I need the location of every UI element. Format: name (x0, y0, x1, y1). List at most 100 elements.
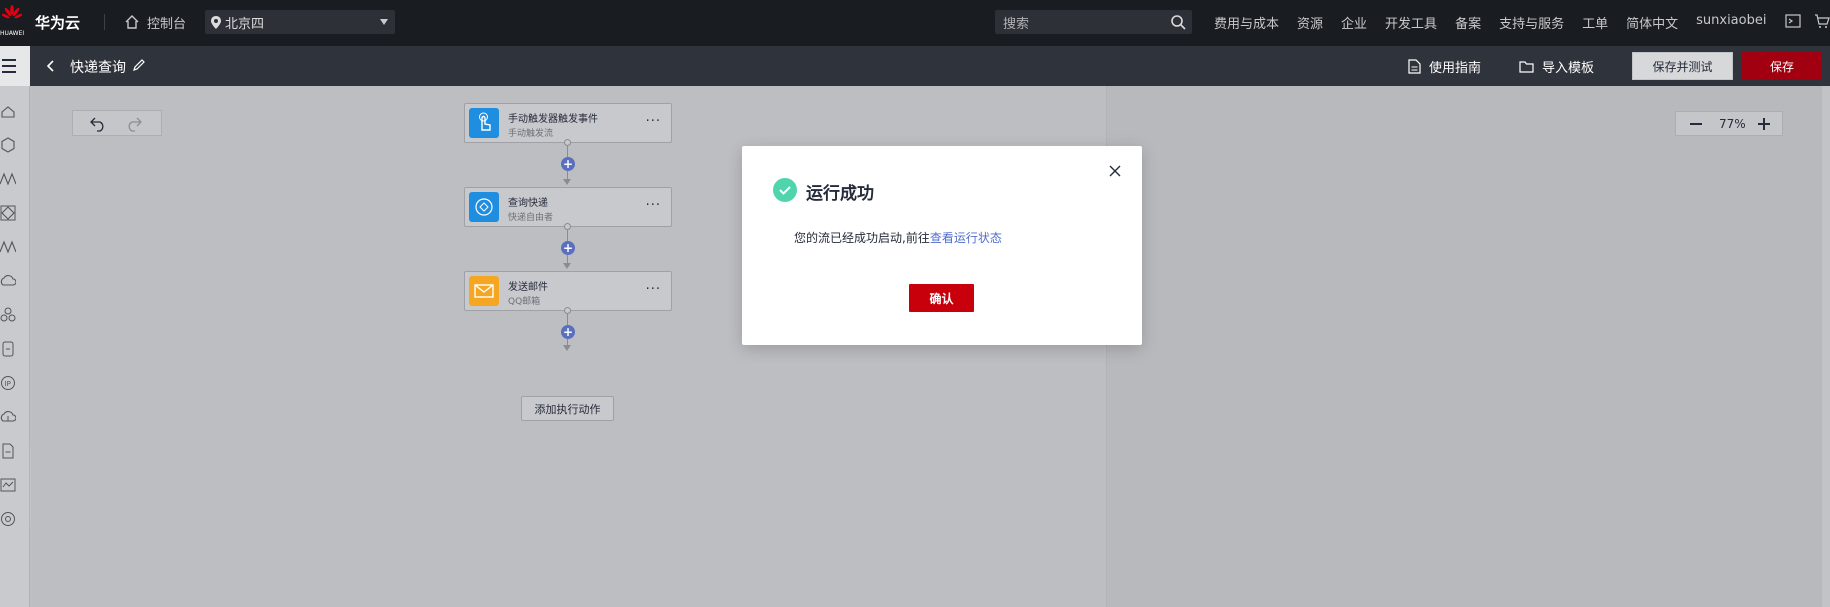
node-title: 查询快递 (508, 198, 548, 209)
express-query-icon (469, 192, 499, 222)
nav-resources[interactable]: 资源 (1297, 13, 1323, 32)
nav-tickets[interactable]: 工单 (1582, 13, 1608, 32)
huawei-logo-icon (2, 5, 22, 19)
connector-arrow-icon (563, 179, 571, 185)
flow-title: 快递查询 (70, 60, 126, 76)
console-label: 控制台 (147, 16, 187, 32)
connector-line (567, 255, 568, 263)
save-and-test-button[interactable]: 保存并测试 (1632, 52, 1733, 80)
home-icon (125, 15, 139, 29)
undo-icon[interactable] (89, 116, 107, 132)
flow-node-send-mail[interactable]: 发送邮件 QQ邮箱 ··· (464, 271, 672, 311)
cloud-shell-icon[interactable] (1785, 13, 1801, 29)
search-placeholder: 搜索 (1003, 16, 1030, 32)
connector-arrow-icon (563, 345, 571, 351)
node-output-port[interactable] (564, 223, 571, 230)
brand-name[interactable]: 华为云 (35, 12, 80, 33)
nav-devtools[interactable]: 开发工具 (1385, 13, 1437, 32)
node-title: 发送邮件 (508, 282, 548, 293)
nav-cost[interactable]: 费用与成本 (1214, 13, 1279, 32)
node-subtitle: QQ邮箱 (508, 297, 541, 307)
node-output-port[interactable] (564, 139, 571, 146)
diamond-icon[interactable] (0, 205, 16, 221)
cloud-server-icon[interactable] (0, 103, 16, 119)
zoom-in-icon-vertical[interactable] (1763, 118, 1765, 130)
document-icon (1408, 59, 1421, 74)
node-subtitle: 快递自由者 (508, 213, 554, 223)
file-icon[interactable] (0, 443, 16, 459)
database-icon[interactable] (0, 341, 16, 357)
hand-touch-icon (469, 108, 499, 138)
save-button[interactable]: 保存 (1742, 52, 1822, 80)
nav-username[interactable]: sunxiaobei (1696, 13, 1766, 32)
node-more-icon[interactable]: ··· (646, 114, 661, 129)
nav-icp[interactable]: 备案 (1455, 13, 1481, 32)
connector-line (567, 171, 568, 179)
add-action-button[interactable]: 添加执行动作 (521, 396, 614, 421)
node-title: 手动触发器触发事件 (508, 114, 598, 125)
success-check-icon (773, 178, 797, 202)
mail-icon (469, 276, 499, 306)
region-selector[interactable]: 北京四 (205, 10, 395, 34)
node-output-port[interactable] (564, 307, 571, 314)
svg-text:IP: IP (5, 380, 11, 388)
region-label: 北京四 (225, 16, 265, 32)
add-step-button[interactable]: + (561, 325, 575, 339)
settings-gear-icon[interactable] (0, 511, 16, 527)
edit-pencil-icon[interactable] (132, 58, 146, 72)
divider (104, 14, 105, 30)
chart-monitor-icon[interactable] (0, 477, 16, 493)
search-icon[interactable] (1170, 14, 1186, 30)
zoom-out-icon[interactable] (1690, 123, 1702, 125)
dialog-message-text: 您的流已经成功启动,前往 (794, 231, 930, 245)
add-step-button[interactable]: + (561, 157, 575, 171)
dialog-message: 您的流已经成功启动,前往查看运行状态 (794, 229, 1002, 246)
import-template-link[interactable]: 导入模板 (1519, 57, 1594, 76)
wave-icon[interactable] (0, 239, 16, 255)
top-nav-links: 费用与成本 资源 企业 开发工具 备案 支持与服务 工单 简体中文 sunxia… (1214, 13, 1784, 32)
add-step-button[interactable]: + (561, 241, 575, 255)
nav-enterprise[interactable]: 企业 (1341, 13, 1367, 32)
search-input[interactable]: 搜索 (995, 10, 1192, 34)
redo-icon[interactable] (125, 116, 143, 132)
connector-arrow-icon (563, 263, 571, 269)
node-subtitle: 手动触发流 (508, 129, 554, 139)
back-arrow-icon[interactable] (44, 58, 58, 74)
menu-toggle-button[interactable] (0, 46, 30, 86)
nav-support[interactable]: 支持与服务 (1499, 13, 1564, 32)
cloud-sync-icon[interactable] (0, 273, 16, 289)
nav-language[interactable]: 简体中文 (1626, 13, 1678, 32)
run-success-dialog: 运行成功 您的流已经成功启动,前往查看运行状态 确认 (742, 146, 1142, 345)
confirm-button[interactable]: 确认 (909, 284, 974, 312)
location-pin-icon (211, 15, 221, 29)
cart-icon[interactable] (1814, 13, 1830, 29)
zoom-level: 77% (1719, 117, 1746, 131)
node-more-icon[interactable]: ··· (646, 198, 661, 213)
folder-icon (1519, 61, 1534, 73)
user-guide-link[interactable]: 使用指南 (1408, 57, 1481, 76)
top-navigation-bar: HUAWEI 华为云 控制台 北京四 搜索 费用与成本 资源 企业 开发工具 备… (0, 0, 1830, 46)
caret-down-icon (380, 19, 388, 25)
hexagon-icon[interactable] (0, 137, 16, 153)
console-link[interactable]: 控制台 (124, 12, 186, 32)
service-sidebar: IP (0, 86, 30, 607)
logo-wordmark: HUAWEI (0, 30, 25, 37)
flow-editor-header: 快递查询 使用指南 导入模板 保存并测试 保存 (30, 46, 1830, 86)
ip-icon[interactable]: IP (0, 375, 16, 391)
canvas-right-area (1106, 86, 1822, 607)
monitor-wave-icon[interactable] (0, 171, 16, 187)
huawei-logo[interactable]: HUAWEI (0, 3, 24, 39)
cluster-icon[interactable] (0, 307, 16, 323)
zoom-control: 77% (1675, 111, 1783, 136)
hamburger-line (2, 71, 16, 73)
hamburger-line (2, 65, 16, 67)
node-more-icon[interactable]: ··· (646, 282, 661, 297)
close-icon[interactable] (1108, 164, 1122, 178)
flow-node-query-express[interactable]: 查询快递 快递自由者 ··· (464, 187, 672, 227)
view-run-status-link[interactable]: 查看运行状态 (930, 231, 1002, 245)
cloud-upload-icon[interactable] (0, 409, 16, 425)
flow-node-trigger[interactable]: 手动触发器触发事件 手动触发流 ··· (464, 103, 672, 143)
import-label: 导入模板 (1542, 61, 1595, 76)
hamburger-icon (2, 59, 16, 61)
vertical-scrollbar[interactable] (1822, 86, 1830, 607)
